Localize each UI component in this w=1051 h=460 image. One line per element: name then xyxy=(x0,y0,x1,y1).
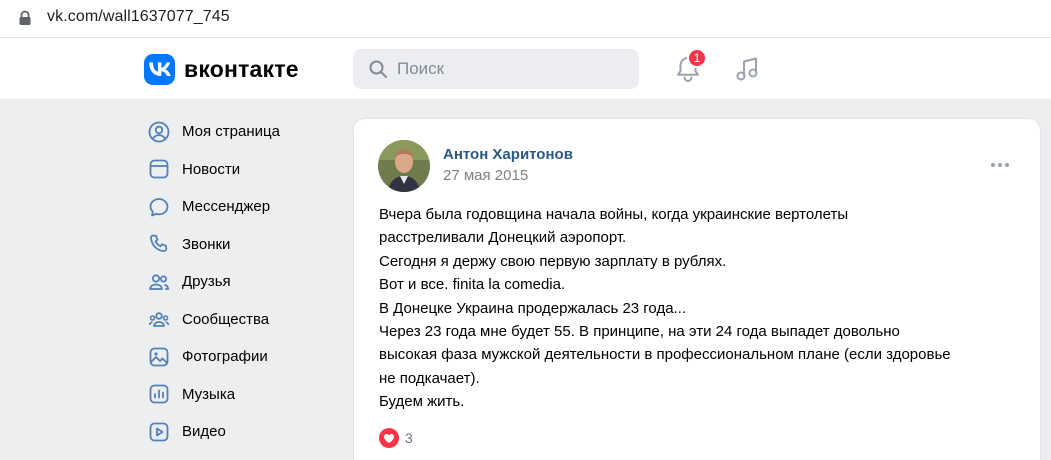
post-text-line: В Донецке Украина продержалась 23 года..… xyxy=(379,299,687,317)
music-icon xyxy=(146,381,172,407)
heart-icon xyxy=(379,428,399,448)
post-date[interactable]: 27 мая 2015 xyxy=(443,167,528,184)
sidebar-item-label: Моя страница xyxy=(182,123,280,141)
lock-icon xyxy=(19,10,31,25)
music-player-icon[interactable] xyxy=(733,54,763,84)
browser-address-bar: vk.com/wall1637077_745 xyxy=(0,0,1051,38)
user-circle-icon xyxy=(146,119,172,145)
search-icon xyxy=(369,60,387,78)
sidebar-item-label: Новости xyxy=(182,160,241,178)
sidebar-item-messenger[interactable]: Мессенджер xyxy=(144,188,344,226)
sidebar-item-label: Мессенджер xyxy=(182,198,271,216)
post-text-line: высокая фаза мужской деятельности в проф… xyxy=(379,346,951,364)
like-button[interactable]: 3 xyxy=(378,427,413,449)
sidebar-item-friends[interactable]: Друзья xyxy=(144,263,344,301)
logo-wordmark: вконтакте xyxy=(184,55,299,82)
wall-post-card: Антон Харитонов 27 мая 2015 Вчера была г… xyxy=(353,118,1041,460)
search-input[interactable] xyxy=(397,59,627,79)
sidebar-item-communities[interactable]: Сообщества xyxy=(144,301,344,339)
sidebar-item-label: Друзья xyxy=(182,273,231,291)
sidebar-item-label: Фотографии xyxy=(182,348,268,366)
sidebar-item-label: Звонки xyxy=(182,235,231,253)
post-author-name[interactable]: Антон Харитонов xyxy=(443,146,573,163)
left-sidebar-menu: Моя страница Новости Мессенджер Звонки Д… xyxy=(144,113,344,451)
sidebar-item-label: Видео xyxy=(182,423,226,441)
vk-logo[interactable]: вконтакте xyxy=(144,53,299,85)
sidebar-item-label: Сообщества xyxy=(182,310,270,328)
more-options-icon[interactable] xyxy=(988,155,1012,175)
phone-icon xyxy=(146,231,172,257)
communities-icon xyxy=(146,306,172,332)
newsfeed-icon xyxy=(146,156,172,182)
post-text-line: расстреливали Донецкий аэропорт. xyxy=(379,229,627,247)
photo-icon xyxy=(146,344,172,370)
friends-icon xyxy=(146,269,172,295)
sidebar-item-music[interactable]: Музыка xyxy=(144,376,344,414)
sidebar-item-label: Музыка xyxy=(182,385,236,403)
post-text-line: Будем жить. xyxy=(379,393,465,411)
message-icon xyxy=(146,194,172,220)
sidebar-item-photos[interactable]: Фотографии xyxy=(144,338,344,376)
post-text: Вчера была годовщина начала войны, когда… xyxy=(379,203,1019,414)
site-header: вконтакте 1 xyxy=(0,38,1051,100)
sidebar-item-calls[interactable]: Звонки xyxy=(144,226,344,264)
post-text-line: Вчера была годовщина начала войны, когда… xyxy=(379,206,849,223)
sidebar-item-video[interactable]: Видео xyxy=(144,413,344,451)
search-box[interactable] xyxy=(353,49,639,89)
sidebar-item-my-page[interactable]: Моя страница xyxy=(144,113,344,151)
author-avatar[interactable] xyxy=(378,140,430,192)
likes-count: 3 xyxy=(405,430,413,446)
post-text-line: не подкачает). xyxy=(379,369,480,387)
notifications-badge: 1 xyxy=(687,48,707,68)
post-text-line: Вот и все. finita la comedia. xyxy=(379,276,566,294)
post-text-line: Через 23 года мне будет 55. В принципе, … xyxy=(379,323,900,341)
post-text-line: Сегодня я держу свою первую зарплату в р… xyxy=(379,252,727,270)
vk-logo-icon xyxy=(144,53,175,85)
sidebar-item-news[interactable]: Новости xyxy=(144,151,344,189)
video-icon xyxy=(146,419,172,445)
url-text[interactable]: vk.com/wall1637077_745 xyxy=(47,8,230,26)
